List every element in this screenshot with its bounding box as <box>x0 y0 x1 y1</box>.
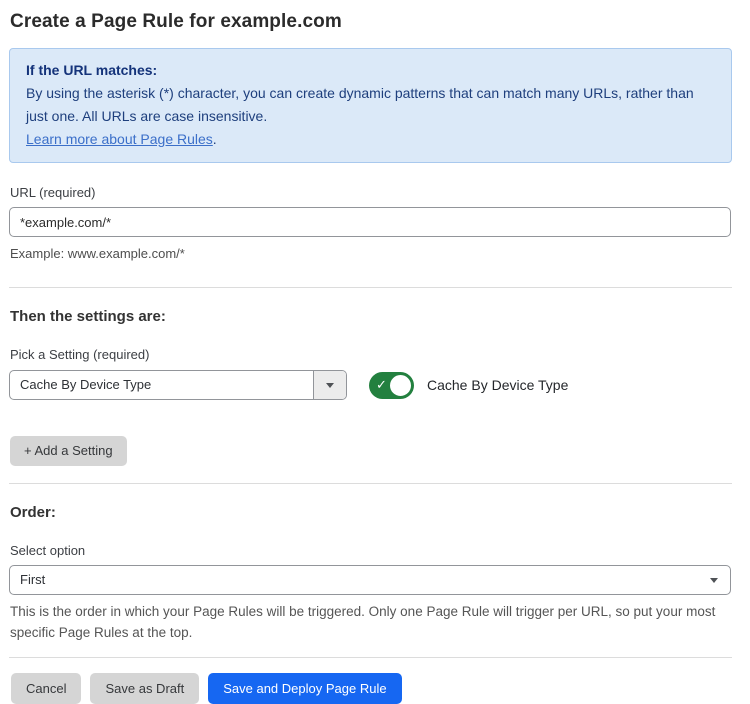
divider <box>9 287 732 288</box>
order-section-heading: Order: <box>10 504 732 521</box>
cancel-button[interactable]: Cancel <box>11 673 81 704</box>
order-select-label: Select option <box>10 543 732 558</box>
settings-section-heading: Then the settings are: <box>10 308 732 325</box>
setting-select[interactable]: Cache By Device Type <box>9 370 347 400</box>
setting-select-arrow-button[interactable] <box>313 371 346 399</box>
check-icon: ✓ <box>376 378 387 391</box>
order-select-value: First <box>10 566 730 594</box>
setting-select-value: Cache By Device Type <box>10 371 313 399</box>
toggle-knob <box>388 373 413 398</box>
save-and-deploy-button[interactable]: Save and Deploy Page Rule <box>208 673 401 704</box>
learn-more-link[interactable]: Learn more about Page Rules <box>26 131 213 147</box>
divider <box>9 483 732 484</box>
info-box-link-line: Learn more about Page Rules. <box>26 128 715 151</box>
chevron-down-icon <box>326 383 334 388</box>
page-rule-form: Create a Page Rule for example.com If th… <box>0 0 750 704</box>
save-as-draft-button[interactable]: Save as Draft <box>90 673 199 704</box>
url-example-helper: Example: www.example.com/* <box>10 244 732 264</box>
order-helper-text: This is the order in which your Page Rul… <box>10 601 730 643</box>
chevron-down-icon <box>710 578 718 583</box>
divider <box>9 657 732 658</box>
add-setting-button[interactable]: + Add a Setting <box>10 436 127 466</box>
setting-picker-label: Pick a Setting (required) <box>10 347 732 362</box>
link-suffix: . <box>213 131 217 147</box>
toggle-label: Cache By Device Type <box>427 377 568 393</box>
order-select[interactable]: First <box>9 565 731 595</box>
url-match-info-box: If the URL matches: By using the asteris… <box>9 48 732 163</box>
action-button-row: Cancel Save as Draft Save and Deploy Pag… <box>11 673 732 704</box>
info-box-body: By using the asterisk (*) character, you… <box>26 82 715 128</box>
info-box-heading: If the URL matches: <box>26 59 715 82</box>
setting-row: Cache By Device Type ✓ Cache By Device T… <box>9 370 732 400</box>
url-input[interactable] <box>9 207 731 237</box>
cache-by-device-toggle[interactable]: ✓ <box>369 372 414 399</box>
url-field-label: URL (required) <box>10 185 732 200</box>
page-title: Create a Page Rule for example.com <box>10 11 732 33</box>
